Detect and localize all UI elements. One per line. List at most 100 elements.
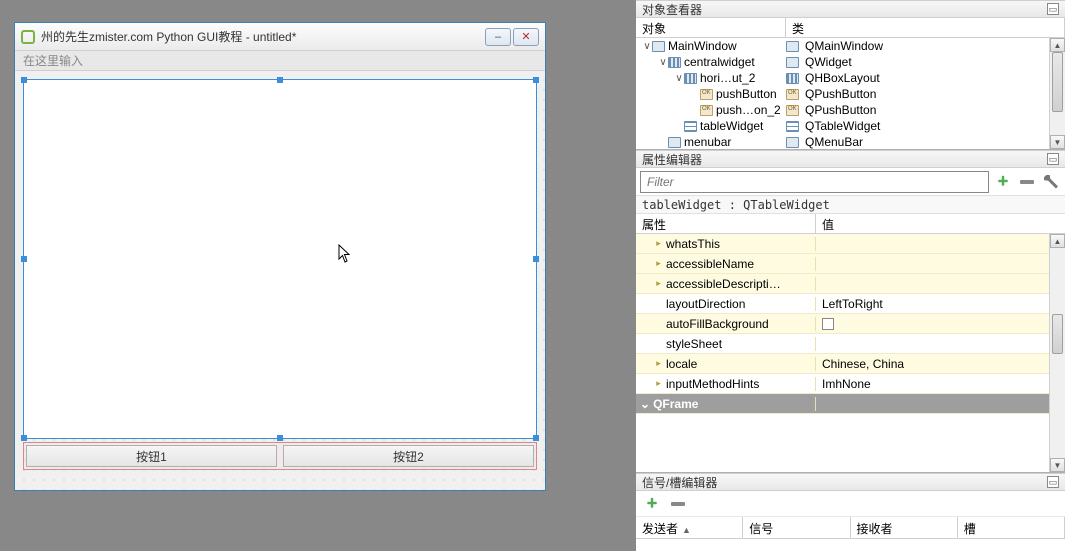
scroll-thumb[interactable] xyxy=(1052,52,1063,112)
right-dock: 对象查看器 ▭ 对象 类 ∨MainWindowQMainWindow∨cent… xyxy=(636,0,1065,551)
object-class-label: QPushButton xyxy=(805,87,876,101)
object-tree-row[interactable]: pushButton QPushButton xyxy=(636,86,1065,102)
col-slot[interactable]: 槽 xyxy=(958,517,1065,538)
property-row[interactable]: styleSheet xyxy=(636,334,1065,354)
expand-icon[interactable]: ▸ xyxy=(654,239,663,248)
dock-pin-icon[interactable]: ▭ xyxy=(1047,476,1059,488)
tree-twisty-icon[interactable]: ∨ xyxy=(674,73,684,84)
object-class-label: QPushButton xyxy=(805,103,876,117)
col-receiver[interactable]: 接收者 xyxy=(851,517,958,538)
resize-handle[interactable] xyxy=(21,435,27,441)
object-tree-row[interactable]: push…on_2 QPushButton xyxy=(636,102,1065,118)
property-rows[interactable]: ▸whatsThis▸accessibleName▸accessibleDesc… xyxy=(636,234,1065,472)
preview-titlebar: 州的先生zmister.com Python GUI教程 - untitled*… xyxy=(15,23,545,51)
object-name-label: MainWindow xyxy=(668,39,737,53)
property-row[interactable]: ▸inputMethodHintsImhNone xyxy=(636,374,1065,394)
resize-handle[interactable] xyxy=(277,435,283,441)
scroll-up-button[interactable]: ▲ xyxy=(1050,38,1065,52)
object-inspector-header[interactable]: 对象查看器 ▭ xyxy=(636,0,1065,18)
table-widget-selection[interactable] xyxy=(23,79,537,439)
scroll-thumb[interactable] xyxy=(1052,314,1063,354)
object-class-label: QMenuBar xyxy=(805,135,863,149)
resize-handle[interactable] xyxy=(21,77,27,83)
scroll-down-button[interactable]: ▼ xyxy=(1050,458,1065,472)
object-name-label: pushButton xyxy=(716,87,777,101)
expand-icon xyxy=(654,319,663,328)
design-canvas[interactable]: 按钮1 按钮2 xyxy=(15,71,545,490)
object-tree-columns[interactable]: 对象 类 xyxy=(636,18,1065,38)
object-tree-row[interactable]: tableWidgetQTableWidget xyxy=(636,118,1065,134)
property-group-row[interactable]: ⌄QFrame xyxy=(636,394,1065,414)
add-property-button[interactable]: + xyxy=(993,172,1013,192)
preview-title: 州的先生zmister.com Python GUI教程 - untitled* xyxy=(41,28,483,45)
widget-icon xyxy=(786,137,799,148)
property-filter-input[interactable] xyxy=(640,171,989,193)
object-tree-row[interactable]: ∨MainWindowQMainWindow xyxy=(636,38,1065,54)
property-name-label: accessibleName xyxy=(666,257,754,271)
resize-handle[interactable] xyxy=(277,77,283,83)
property-row[interactable]: autoFillBackground xyxy=(636,314,1065,334)
plus-icon: + xyxy=(647,493,658,514)
expand-icon xyxy=(654,299,663,308)
signal-slot-panel: 信号/槽编辑器 ▭ + 发送者▲ 信号 接收者 槽 xyxy=(636,473,1065,551)
remove-property-button[interactable] xyxy=(1017,172,1037,192)
configure-button[interactable] xyxy=(1041,172,1061,192)
expand-icon xyxy=(654,339,663,348)
object-tree-row[interactable]: ∨centralwidgetQWidget xyxy=(636,54,1065,70)
property-row[interactable]: ▸localeChinese, China xyxy=(636,354,1065,374)
property-row[interactable]: layoutDirectionLeftToRight xyxy=(636,294,1065,314)
group-collapse-icon[interactable]: ⌄ xyxy=(640,397,650,411)
push-button-2[interactable]: 按钮2 xyxy=(283,445,534,467)
scrollbar[interactable]: ▲ ▼ xyxy=(1049,38,1065,149)
resize-handle[interactable] xyxy=(533,435,539,441)
property-name-label: accessibleDescripti… xyxy=(666,277,781,291)
scroll-down-button[interactable]: ▼ xyxy=(1050,135,1065,149)
signal-slot-header[interactable]: 信号/槽编辑器 ▭ xyxy=(636,473,1065,491)
dock-pin-icon[interactable]: ▭ xyxy=(1047,153,1059,165)
hbox-layout[interactable]: 按钮1 按钮2 xyxy=(23,442,537,470)
remove-connection-button[interactable] xyxy=(668,494,688,514)
property-row[interactable]: ▸whatsThis xyxy=(636,234,1065,254)
widget-icon xyxy=(786,57,799,68)
dock-pin-icon[interactable]: ▭ xyxy=(1047,3,1059,15)
object-tree-row[interactable]: ∨hori…ut_2QHBoxLayout xyxy=(636,70,1065,86)
expand-icon[interactable]: ▸ xyxy=(654,279,663,288)
property-row[interactable]: ▸accessibleName xyxy=(636,254,1065,274)
menubar-hint: 在这里输入 xyxy=(23,52,83,69)
scroll-up-button[interactable]: ▲ xyxy=(1050,234,1065,248)
object-name-label: tableWidget xyxy=(700,119,763,133)
expand-icon[interactable]: ▸ xyxy=(654,379,663,388)
preview-menubar[interactable]: 在这里输入 xyxy=(15,51,545,71)
object-col-name[interactable]: 对象 xyxy=(636,18,786,37)
object-col-class[interactable]: 类 xyxy=(786,18,1065,37)
object-name-label: push…on_2 xyxy=(716,103,781,117)
close-button[interactable]: ✕ xyxy=(513,28,539,46)
push-button-1[interactable]: 按钮1 xyxy=(26,445,277,467)
property-col-name[interactable]: 属性 xyxy=(636,214,816,233)
scrollbar[interactable]: ▲ ▼ xyxy=(1049,234,1065,472)
property-value-label: ImhNone xyxy=(822,377,871,391)
signal-slot-columns[interactable]: 发送者▲ 信号 接收者 槽 xyxy=(636,517,1065,539)
property-columns[interactable]: 属性 值 xyxy=(636,214,1065,234)
expand-icon[interactable]: ▸ xyxy=(654,259,663,268)
object-tree-row[interactable]: menubarQMenuBar xyxy=(636,134,1065,149)
property-name-label: layoutDirection xyxy=(666,297,745,311)
tree-twisty-icon[interactable]: ∨ xyxy=(658,57,668,68)
object-inspector-panel: 对象查看器 ▭ 对象 类 ∨MainWindowQMainWindow∨cent… xyxy=(636,0,1065,150)
btn-icon xyxy=(786,89,799,100)
resize-handle[interactable] xyxy=(21,256,27,262)
resize-handle[interactable] xyxy=(533,256,539,262)
minimize-button[interactable]: – xyxy=(485,28,511,46)
expand-icon[interactable]: ▸ xyxy=(654,359,663,368)
checkbox[interactable] xyxy=(822,318,834,330)
add-connection-button[interactable]: + xyxy=(642,494,662,514)
resize-handle[interactable] xyxy=(533,77,539,83)
property-editor-header[interactable]: 属性编辑器 ▭ xyxy=(636,150,1065,168)
object-tree[interactable]: ∨MainWindowQMainWindow∨centralwidgetQWid… xyxy=(636,38,1065,149)
tree-twisty-icon[interactable]: ∨ xyxy=(642,41,652,52)
property-editor-title: 属性编辑器 xyxy=(642,151,702,168)
col-sender[interactable]: 发送者▲ xyxy=(636,517,743,538)
property-col-value[interactable]: 值 xyxy=(816,214,1065,233)
property-row[interactable]: ▸accessibleDescripti… xyxy=(636,274,1065,294)
col-signal[interactable]: 信号 xyxy=(743,517,850,538)
